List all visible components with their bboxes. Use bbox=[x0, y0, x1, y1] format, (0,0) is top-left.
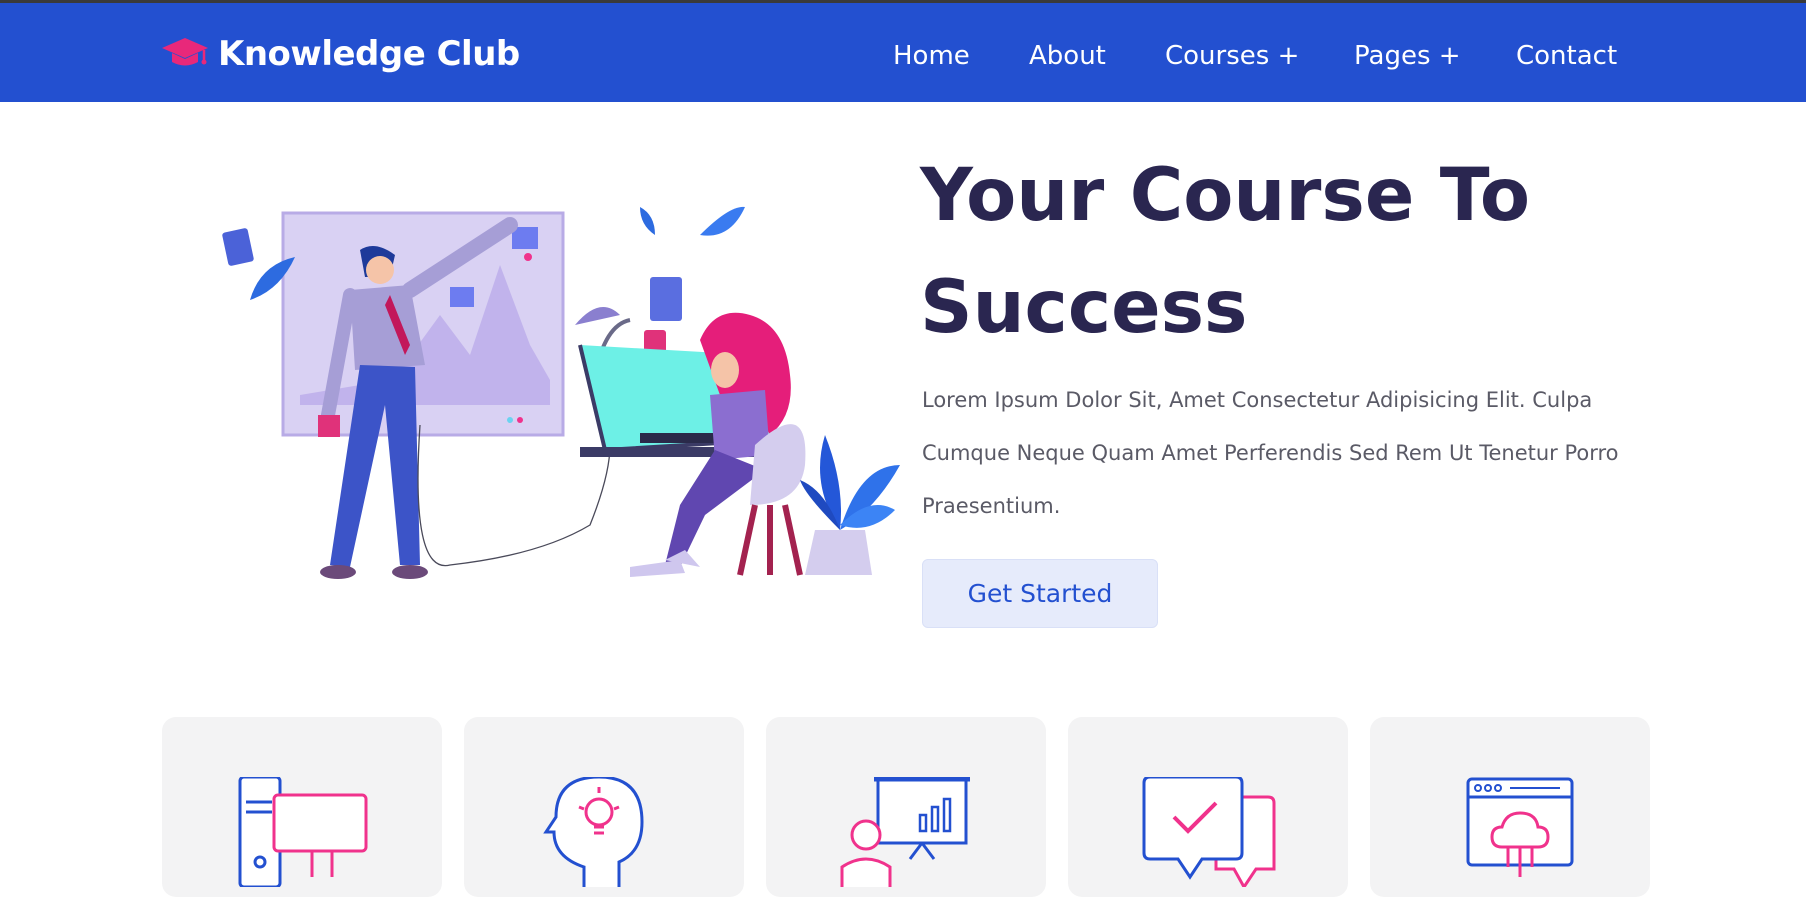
hero-title-line2: Success bbox=[920, 265, 1248, 350]
hero-title-line1: Your Course To bbox=[920, 153, 1531, 238]
feature-card[interactable] bbox=[766, 717, 1046, 897]
hero-title: Your Course To Success bbox=[920, 140, 1680, 364]
top-navbar: Knowledge Club Home About Courses + Page… bbox=[0, 3, 1806, 102]
presentation-icon bbox=[840, 777, 970, 887]
main-nav: Home About Courses + Pages + Contact bbox=[0, 33, 1806, 79]
computer-icon bbox=[238, 777, 368, 887]
nav-home[interactable]: Home bbox=[893, 33, 970, 79]
idea-head-icon bbox=[543, 777, 644, 887]
cloud-network-icon bbox=[1466, 777, 1574, 877]
hero-illustration bbox=[210, 195, 900, 590]
nav-about[interactable]: About bbox=[1029, 33, 1106, 79]
nav-contact[interactable]: Contact bbox=[1516, 33, 1617, 79]
hero-description: Lorem Ipsum Dolor Sit, Amet Consectetur … bbox=[922, 388, 1619, 518]
feature-cards bbox=[0, 717, 1806, 897]
feature-card[interactable] bbox=[1370, 717, 1650, 897]
feature-card[interactable] bbox=[1068, 717, 1348, 897]
nav-pages[interactable]: Pages + bbox=[1354, 33, 1461, 79]
feature-card[interactable] bbox=[162, 717, 442, 897]
chat-check-icon bbox=[1142, 777, 1276, 887]
get-started-button[interactable]: Get Started bbox=[922, 559, 1158, 628]
feature-card[interactable] bbox=[464, 717, 744, 897]
nav-courses[interactable]: Courses + bbox=[1165, 33, 1299, 79]
